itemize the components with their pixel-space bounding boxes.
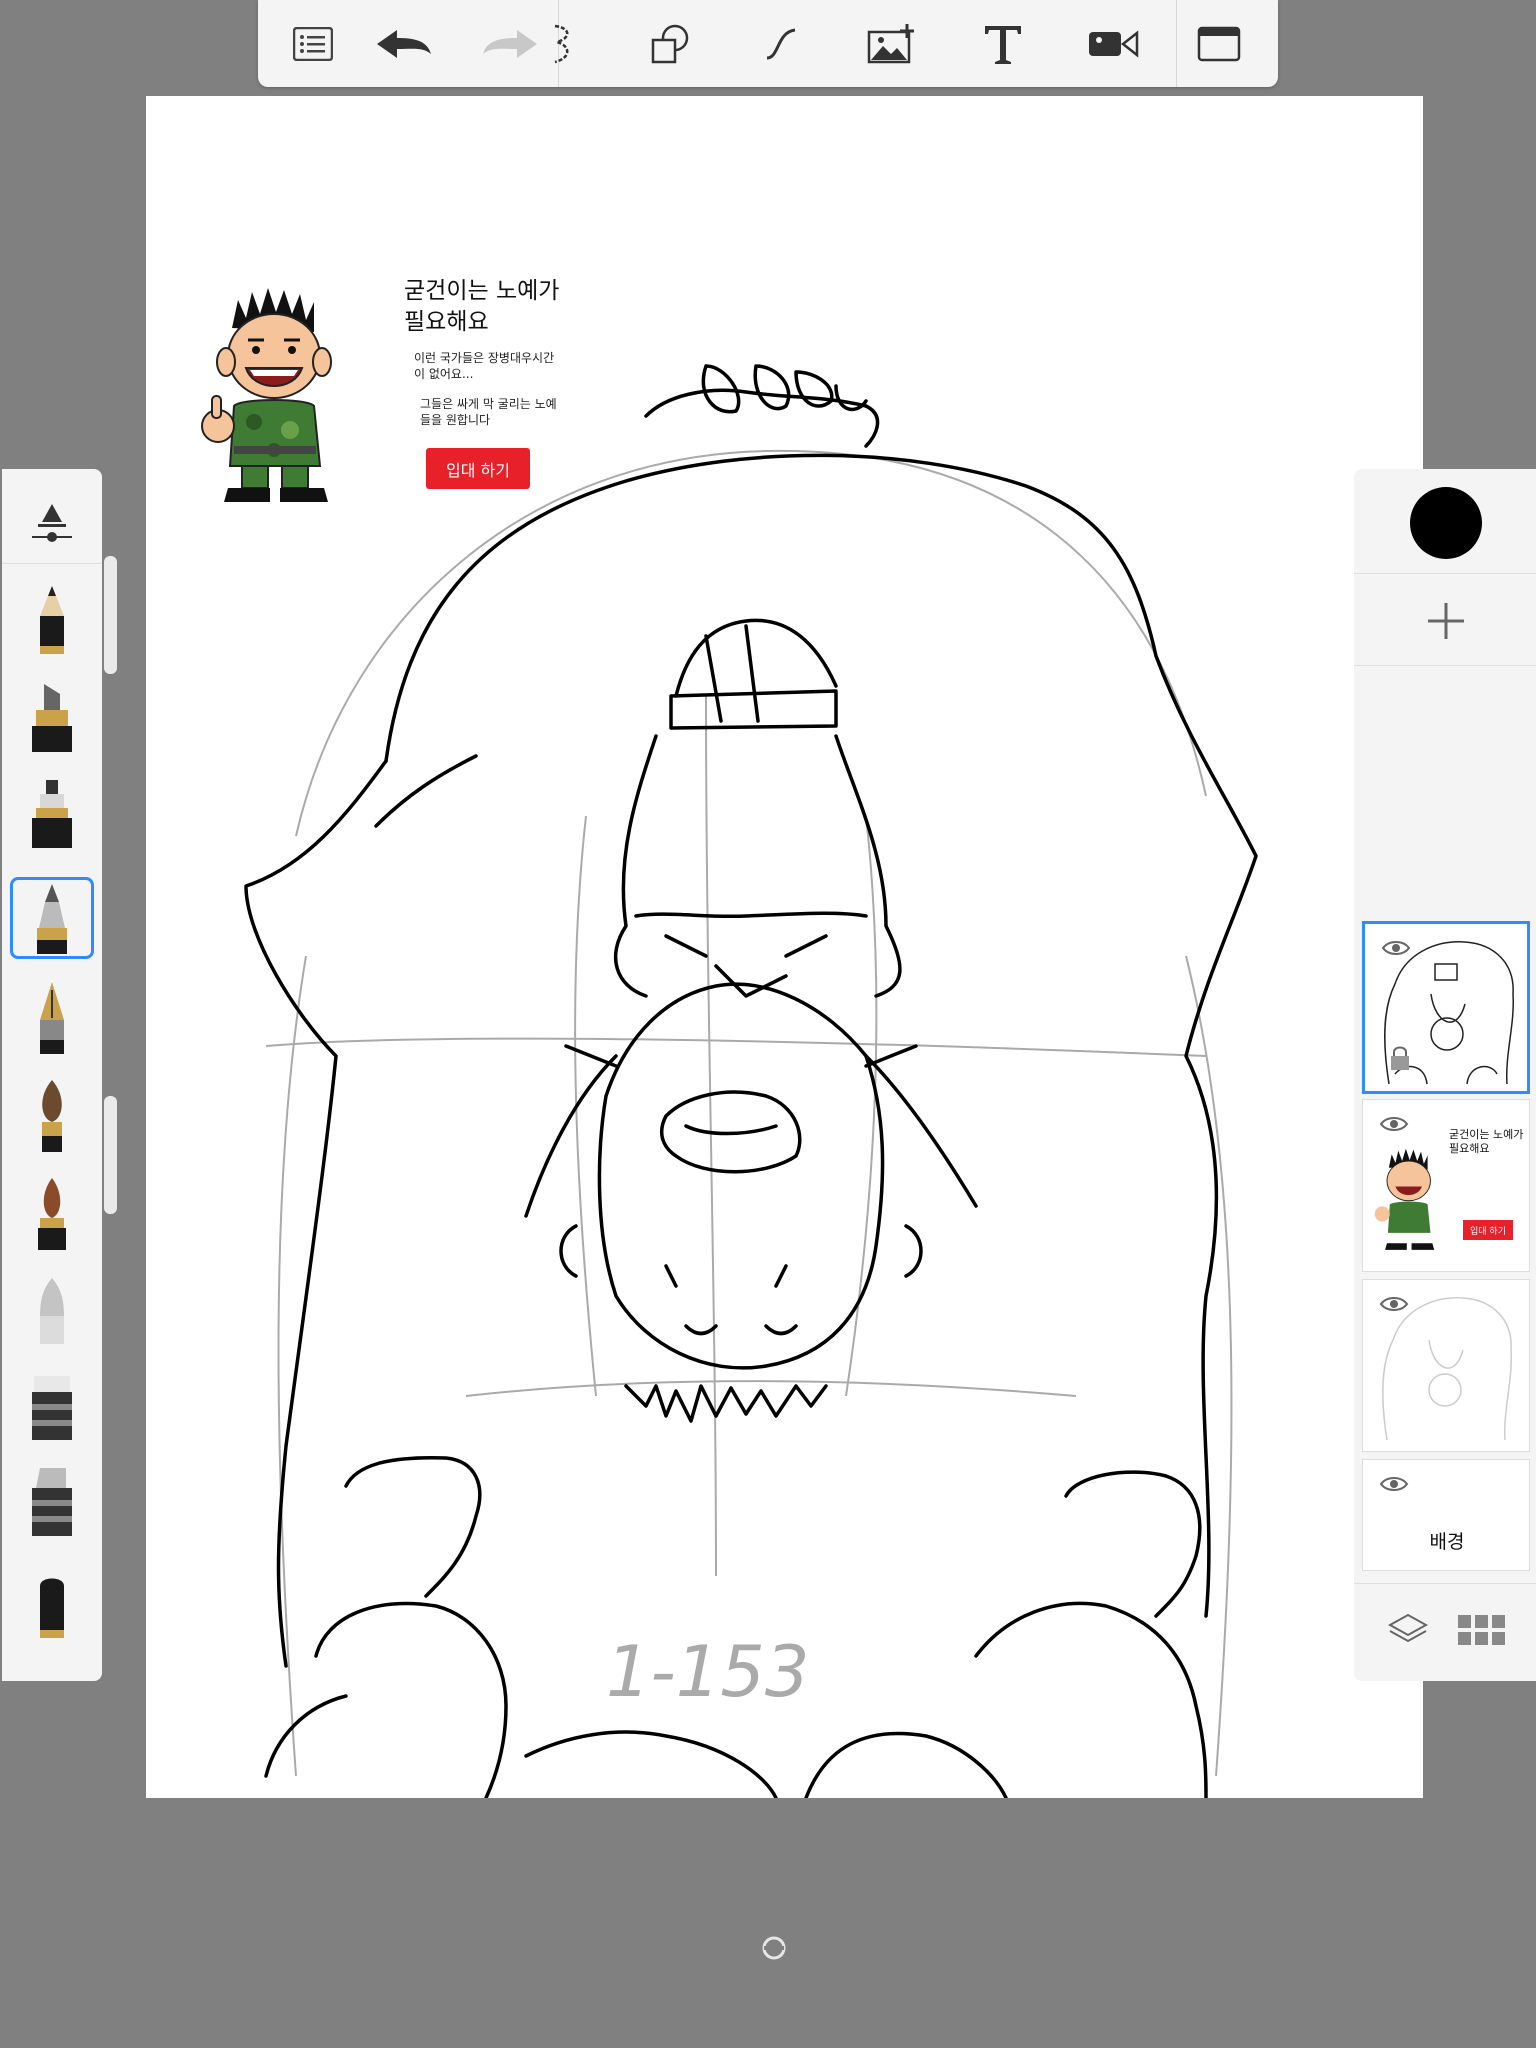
fineliner-icon[interactable] — [10, 877, 94, 959]
text-icon[interactable] — [970, 12, 1036, 76]
stroke-icon[interactable] — [748, 12, 814, 76]
shapes-icon[interactable] — [638, 12, 704, 76]
top-toolbar — [258, 0, 1278, 87]
visibility-eye-icon[interactable] — [1379, 1114, 1409, 1138]
brush-icon[interactable] — [10, 1075, 94, 1157]
rotate-canvas-icon[interactable] — [761, 1935, 787, 1965]
enlist-button[interactable]: 입대 하기 — [426, 448, 530, 489]
layers-panel: 굳건이는 노예가 필요해요 입대 하기 배경 — [1354, 469, 1536, 1681]
curve-icon[interactable] — [544, 12, 584, 76]
drawing-canvas[interactable]: 1-153 굳건이는 노예가 필요해요 이런 국가들은 장병대우시간이 없어요.… — [146, 96, 1423, 1798]
layer-background[interactable]: 배경 — [1362, 1459, 1530, 1571]
marker-icon[interactable] — [10, 677, 94, 759]
soldier-mascot-image — [201, 288, 332, 502]
airbrush-icon[interactable] — [10, 1269, 94, 1351]
ad-body-line: 그들은 싸게 막 굴리는 노예들을 원합니다 — [420, 397, 557, 427]
current-color-swatch[interactable] — [1410, 487, 1482, 559]
visibility-eye-icon[interactable] — [1379, 1294, 1409, 1318]
pen-icon[interactable] — [10, 773, 94, 855]
pencil-icon[interactable] — [10, 579, 94, 661]
ad-inset: 굳건이는 노예가 필요해요 이런 국가들은 장병대우시간이 없어요... 그들은… — [190, 270, 570, 510]
visibility-eye-icon[interactable] — [1381, 938, 1411, 962]
ad-body-line: 이런 국가들은 장병대우시간이 없어요... — [414, 351, 555, 381]
layer-background-label: 배경 — [1429, 1531, 1465, 1553]
layer-ad-button: 입대 하기 — [1463, 1220, 1513, 1240]
brush-panel-scroll-handle[interactable] — [104, 1096, 117, 1214]
redo-icon[interactable] — [476, 12, 542, 76]
brush-panel-scroll-handle[interactable] — [104, 556, 117, 674]
fountain-pen-icon[interactable] — [10, 977, 94, 1059]
layer-ad-title: 굳건이는 노예가 필요해요 — [1449, 1128, 1524, 1155]
grid-view-icon[interactable] — [1458, 1615, 1506, 1651]
layer-sketch[interactable] — [1362, 921, 1530, 1094]
fill-icon[interactable] — [10, 1563, 94, 1645]
ad-body: 이런 국가들은 장병대우시간이 없어요... 그들은 싸게 막 굴리는 노예들을… — [414, 350, 564, 428]
ad-title: 굳건이는 노예가 필요해요 — [404, 278, 560, 335]
image-add-icon[interactable] — [858, 12, 924, 76]
undo-icon[interactable] — [372, 12, 438, 76]
layers-stack-icon[interactable] — [1387, 1613, 1429, 1651]
list-icon[interactable] — [280, 12, 346, 76]
eraser-icon[interactable] — [10, 1365, 94, 1447]
layer-rough-sketch[interactable] — [1362, 1279, 1530, 1452]
fullscreen-icon[interactable] — [1186, 12, 1252, 76]
ink-brush-icon[interactable] — [10, 1173, 94, 1255]
layer-ad[interactable]: 굳건이는 노예가 필요해요 입대 하기 — [1362, 1099, 1530, 1272]
brush-panel — [2, 469, 102, 1681]
flat-eraser-icon[interactable] — [10, 1461, 94, 1543]
lock-icon[interactable] — [1389, 1044, 1411, 1076]
visibility-eye-icon[interactable] — [1379, 1474, 1409, 1498]
brush-size-slider-icon[interactable] — [10, 483, 94, 565]
video-icon[interactable] — [1080, 12, 1146, 76]
handwritten-text: 1-153 — [606, 1631, 809, 1713]
add-layer-button[interactable] — [1424, 599, 1468, 643]
